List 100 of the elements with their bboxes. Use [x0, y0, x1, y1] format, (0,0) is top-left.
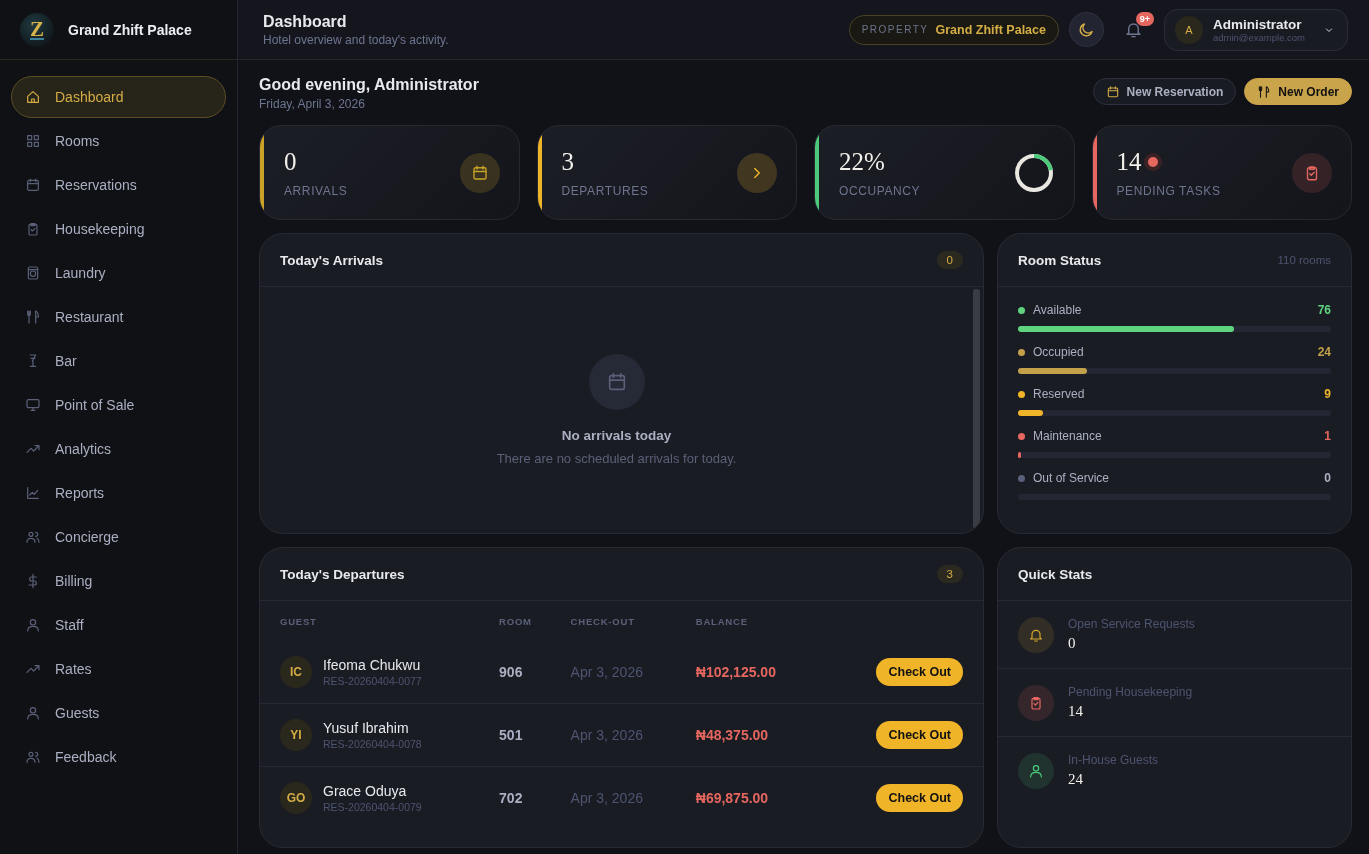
stat-label: In-House Guests — [1068, 753, 1159, 767]
washer-icon — [25, 265, 41, 281]
column-header: BALANCE — [694, 615, 749, 629]
stat-value: 0 — [284, 147, 297, 176]
people-icon — [25, 529, 41, 545]
empty-message: There are no scheduled arrivals for today. — [496, 451, 737, 466]
room-number: 702 — [499, 790, 523, 806]
sidebar-item[interactable]: Rates — [11, 648, 226, 690]
stat-value: 3 — [561, 147, 574, 176]
sidebar-item[interactable]: Concierge — [11, 516, 226, 558]
status-label: Occupied — [1033, 345, 1084, 359]
balance: ₦102,125.00 — [695, 664, 776, 680]
sidebar-item[interactable]: Restaurant — [11, 296, 226, 338]
sidebar-item[interactable]: Reservations — [11, 164, 226, 206]
page-subtitle: Hotel overview and today's activity. — [263, 32, 450, 47]
guest-avatar: GO — [280, 782, 312, 814]
sidebar-item[interactable]: Bar — [11, 340, 226, 382]
person-icon — [25, 705, 41, 721]
home-icon — [25, 89, 41, 105]
user-name: Administrator — [1213, 16, 1303, 32]
stat-label: PENDING TASKS — [1116, 183, 1221, 198]
arrow-badge[interactable] — [737, 152, 777, 193]
status-label: Out of Service — [1033, 471, 1110, 485]
cutlery-icon — [25, 309, 41, 325]
grid-icon — [25, 133, 41, 149]
sidebar-item[interactable]: Staff — [11, 604, 226, 646]
people-icon — [25, 749, 41, 765]
check-out-button[interactable]: Check Out — [876, 721, 963, 749]
status-label: Reserved — [1033, 387, 1085, 401]
sidebar-item[interactable]: Point of Sale — [11, 384, 226, 426]
sidebar-item[interactable]: Feedback — [11, 736, 226, 778]
check-out-button[interactable]: Check Out — [876, 658, 963, 686]
cutlery-icon — [1257, 84, 1272, 99]
room-total: 110 rooms — [1277, 254, 1331, 266]
greeting: Good evening, Administrator — [259, 76, 479, 94]
stat-value: 0 — [1068, 635, 1077, 652]
checkout-date: Apr 3, 2026 — [570, 790, 643, 806]
clipboard-icon — [1028, 694, 1044, 711]
sidebar-item[interactable]: Rooms — [11, 120, 226, 162]
occupancy-ring — [1012, 151, 1055, 194]
guest-name: Grace Oduya — [323, 783, 408, 799]
column-header: ROOM — [498, 615, 533, 629]
stat-label: Open Service Requests — [1068, 617, 1195, 631]
balance: ₦69,875.00 — [695, 790, 769, 806]
balance: ₦48,375.00 — [695, 727, 769, 743]
room-number: 906 — [499, 664, 523, 680]
sidebar-item[interactable]: Billing — [11, 560, 226, 602]
column-header: GUEST — [279, 615, 318, 629]
stat-value: 22% — [839, 147, 885, 176]
count-badge: 3 — [936, 565, 963, 583]
sidebar-item[interactable]: Reports — [11, 472, 226, 514]
guest-name: Ifeoma Chukwu — [323, 657, 422, 673]
new-order-button[interactable]: New Order — [1244, 78, 1352, 105]
calendar-icon — [1105, 84, 1120, 99]
status-count: 1 — [1324, 429, 1331, 443]
panel-title: Room Status — [1018, 252, 1102, 268]
status-label: Available — [1033, 303, 1082, 317]
panel-title: Quick Stats — [1018, 566, 1093, 582]
sidebar-item[interactable]: Laundry — [11, 252, 226, 294]
room-number: 501 — [499, 727, 523, 743]
checkout-date: Apr 3, 2026 — [570, 727, 643, 743]
moon-icon — [1077, 20, 1096, 39]
sidebar-item[interactable]: Housekeeping — [11, 208, 226, 250]
sidebar-item[interactable]: Analytics — [11, 428, 226, 470]
stat-label: OCCUPANCY — [839, 183, 921, 198]
stat-label: Pending Housekeeping — [1068, 685, 1193, 699]
status-count: 24 — [1317, 345, 1331, 359]
calendar-icon — [470, 163, 489, 182]
empty-title: No arrivals today — [561, 428, 672, 443]
property-selector[interactable]: PROPERTY Grand Zhift Palace — [848, 14, 1059, 45]
check-out-button[interactable]: Check Out — [876, 784, 963, 812]
guest-avatar: YI — [280, 719, 312, 751]
calendar-icon — [25, 177, 41, 193]
reservation-number: RES-20260404-0077 — [323, 675, 422, 687]
user-avatar: A — [1175, 15, 1203, 44]
count-badge: 0 — [936, 251, 963, 269]
clipboard-icon — [25, 221, 41, 237]
person-icon — [25, 617, 41, 633]
date: Friday, April 3, 2026 — [259, 97, 365, 111]
sidebar-item[interactable]: Guests — [11, 692, 226, 734]
person-icon — [1028, 762, 1044, 779]
stat-value: 14 — [1116, 147, 1142, 176]
panel-title: Today's Departures — [280, 566, 405, 582]
new-reservation-button[interactable]: New Reservation — [1092, 78, 1237, 105]
column-header: CHECK-OUT — [569, 615, 636, 629]
status-count: 0 — [1324, 471, 1331, 485]
stat-label: ARRIVALS — [284, 183, 348, 198]
property-name: Grand Zhift Palace — [935, 22, 1046, 37]
reservation-number: RES-20260404-0079 — [323, 801, 422, 813]
reservation-number: RES-20260404-0078 — [323, 738, 422, 750]
scrollbar[interactable] — [973, 289, 980, 529]
theme-toggle[interactable] — [1069, 12, 1104, 47]
guest-avatar: IC — [280, 656, 312, 688]
panel-title: Today's Arrivals — [280, 252, 383, 268]
notification-badge: 9+ — [1135, 11, 1154, 26]
stat-value: 14 — [1068, 703, 1084, 720]
guest-name: Yusuf Ibrahim — [323, 720, 410, 736]
sidebar-item[interactable]: Dashboard — [11, 76, 226, 118]
user-menu[interactable]: A Administrator admin@example.com — [1164, 8, 1348, 51]
status-count: 76 — [1317, 303, 1331, 317]
